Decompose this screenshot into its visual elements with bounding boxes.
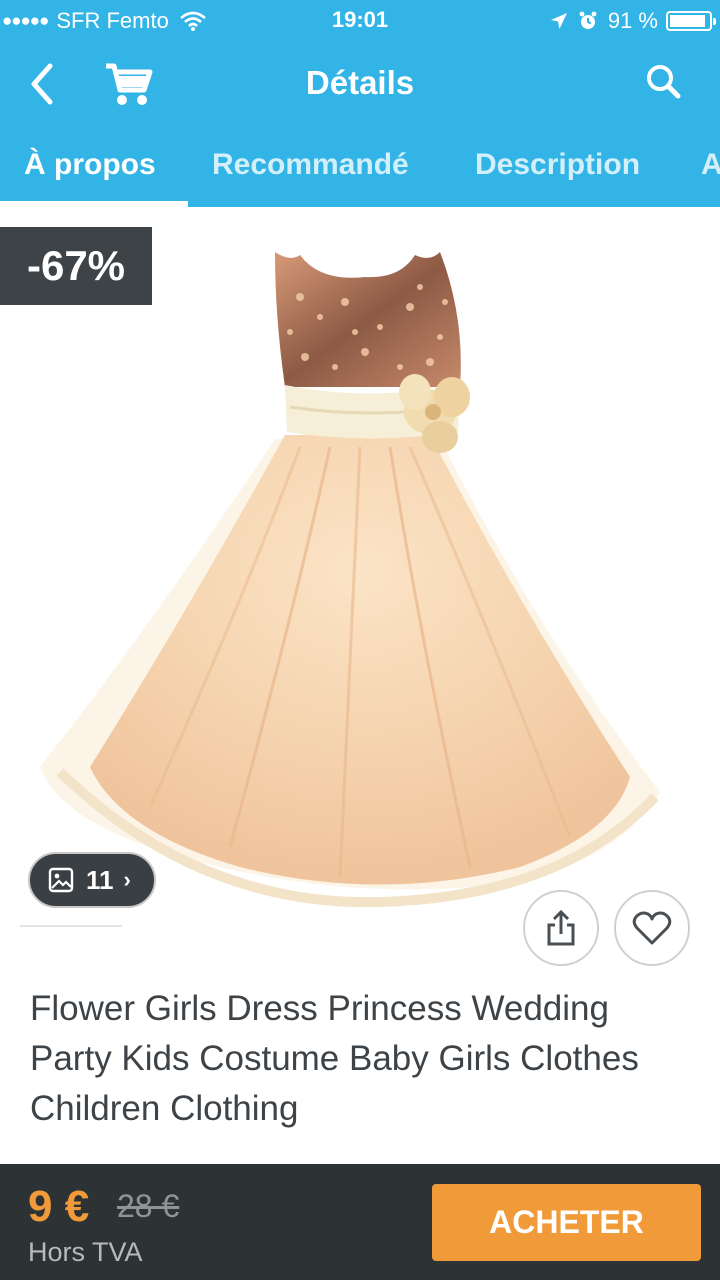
current-price: 9 € — [28, 1182, 90, 1231]
battery-percent: 91 % — [607, 8, 658, 33]
search-button[interactable] — [640, 58, 688, 106]
tab-description[interactable]: Description — [475, 148, 640, 182]
divider — [20, 925, 122, 927]
original-price: 28 € — [117, 1188, 180, 1224]
buy-button[interactable]: ACHETER — [432, 1184, 701, 1261]
page-title: Détails — [305, 64, 415, 101]
navbar: Détails — [0, 40, 720, 130]
share-button[interactable] — [523, 890, 599, 966]
image-count: 11 — [86, 864, 114, 895]
image-icon — [48, 867, 74, 893]
location-arrow-icon — [550, 13, 567, 29]
purchase-bar: 9 € 28 € Hors TVA ACHETER — [0, 1164, 720, 1280]
tab-next-partial[interactable]: A — [701, 148, 720, 182]
chevron-right-icon: › — [123, 867, 131, 892]
tab-recommande[interactable]: Recommandé — [212, 148, 409, 182]
tax-note: Hors TVA — [28, 1237, 143, 1267]
battery-level — [670, 15, 705, 27]
app-header: ●●●●● SFR Femto 19:01 91 % Détails À pro… — [0, 0, 720, 207]
share-icon — [547, 909, 575, 946]
favorite-button[interactable] — [614, 890, 690, 966]
product-image[interactable] — [0, 207, 720, 937]
alarm-clock-icon — [579, 11, 597, 29]
tab-a-propos[interactable]: À propos — [24, 148, 156, 182]
search-icon — [647, 65, 681, 99]
status-bar: ●●●●● SFR Femto 19:01 91 % — [0, 0, 720, 40]
tab-bar: À propos Recommandé Description A — [0, 130, 720, 207]
discount-badge: -67% — [0, 227, 152, 305]
product-title: Flower Girls Dress Princess Wedding Part… — [30, 989, 639, 1128]
heart-icon — [632, 911, 672, 945]
battery-icon — [666, 11, 716, 31]
image-gallery-button[interactable]: 11 › — [28, 852, 156, 908]
